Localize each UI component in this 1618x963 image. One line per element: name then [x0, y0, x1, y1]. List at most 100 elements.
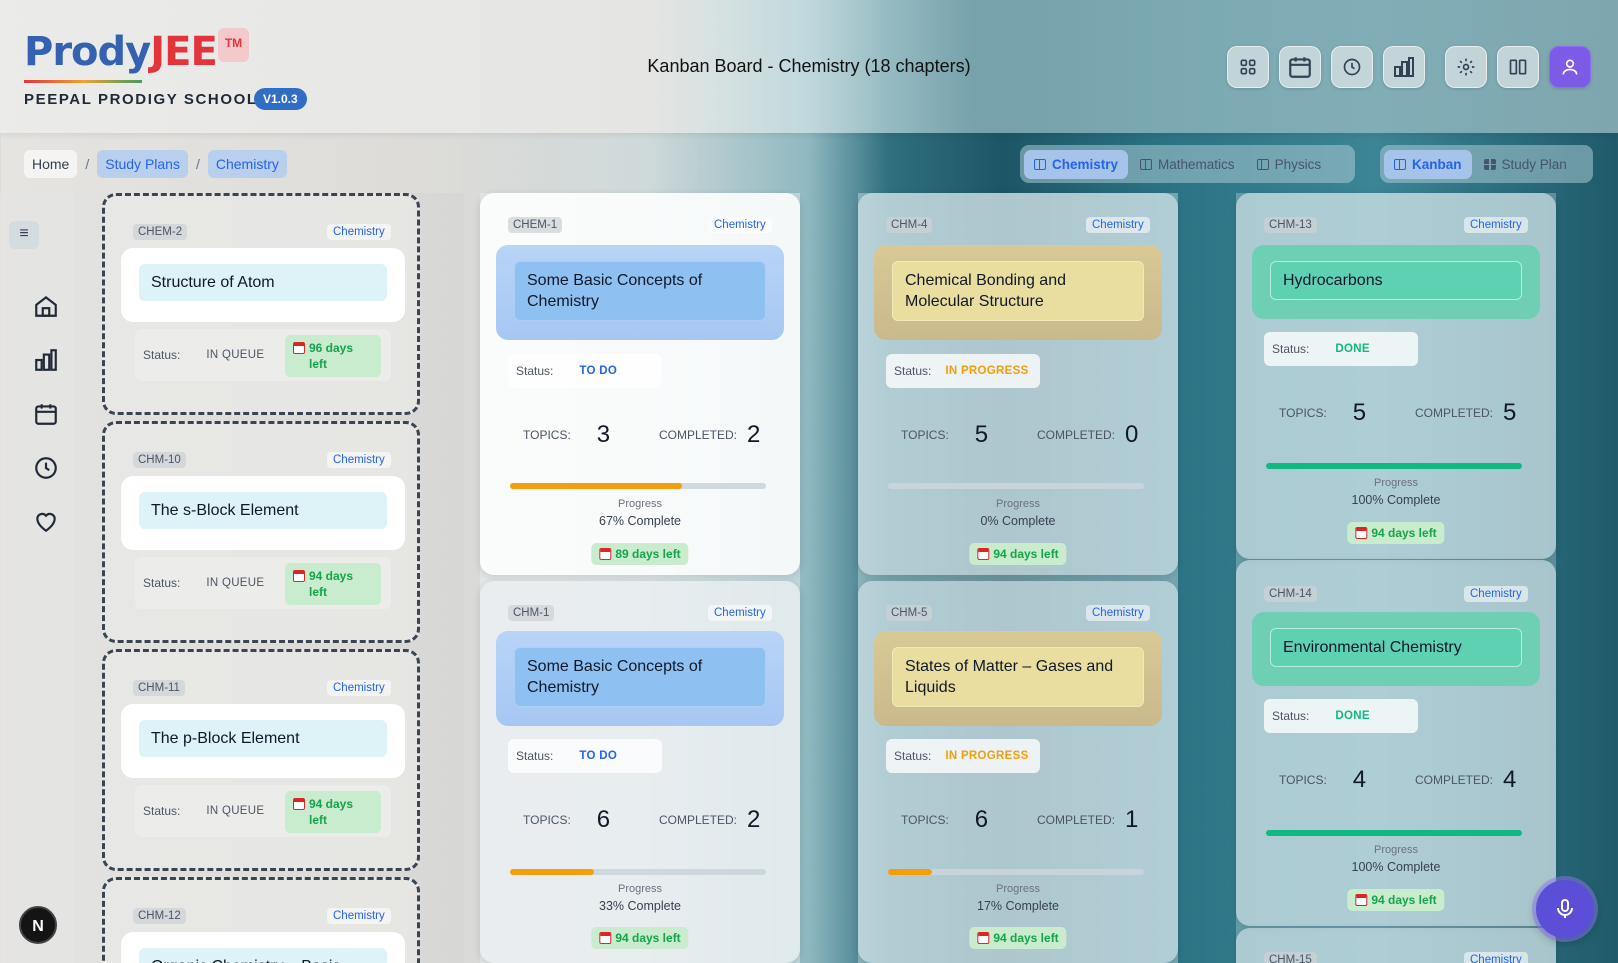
kanban-card[interactable]: CHM-13 Chemistry Hydrocarbons Status: DO…	[1236, 193, 1556, 559]
progress-value: 0% Complete	[980, 514, 1056, 528]
topics-label: TOPICS:	[523, 813, 571, 827]
tab-kanban[interactable]: Kanban	[1384, 149, 1472, 179]
kanban-card[interactable]: CHM-10 Chemistry The s-Block Element Sta…	[102, 421, 420, 643]
completed-label: COMPLETED:	[1415, 773, 1494, 787]
tab-chemistry[interactable]: Chemistry	[1024, 149, 1129, 179]
days-left-badge: 94 days left	[1347, 522, 1445, 544]
profile-button[interactable]	[1549, 46, 1591, 88]
days-left-badge: 96 days left	[285, 335, 381, 377]
completed-stat: COMPLETED: 2	[659, 421, 760, 449]
days-left-badge: 89 days left	[591, 543, 689, 565]
card-id: CHM-11	[133, 680, 185, 696]
view-tabs: Kanban Study Plan	[1380, 145, 1593, 183]
tab-label: Physics	[1274, 156, 1322, 172]
card-title: Some Basic Concepts of Chemistry	[514, 261, 766, 321]
card-subject: Chemistry	[1464, 217, 1528, 233]
status-label: Status:	[1272, 709, 1310, 723]
calendar-button[interactable]	[1279, 46, 1321, 88]
sidebar-item-favorites[interactable]	[33, 509, 59, 535]
card-subject: Chemistry	[1464, 952, 1528, 963]
days-left: 94 days	[309, 569, 354, 583]
topics-label: TOPICS:	[901, 813, 949, 827]
status-label: Status:	[143, 576, 181, 590]
book-icon	[1256, 158, 1269, 170]
breadcrumb-home[interactable]: Home	[24, 150, 78, 178]
grid-button[interactable]	[1227, 46, 1269, 88]
card-subject: Chemistry	[1464, 586, 1528, 602]
sidebar-toggle-button[interactable]: ≡	[9, 221, 39, 249]
days-left-badge: 94 days left	[1347, 889, 1445, 911]
progress-fill	[1266, 463, 1522, 469]
heart-icon	[36, 512, 56, 532]
progress-value: 67% Complete	[599, 514, 681, 528]
completed-stat: COMPLETED: 0	[1037, 421, 1138, 449]
sidebar-item-home[interactable]	[33, 293, 59, 319]
topics-stat: TOPICS: 6	[523, 806, 610, 834]
kanban-card[interactable]: CHM-15 Chemistry	[1236, 928, 1556, 963]
layout-button[interactable]	[1497, 46, 1539, 88]
progress-text: Progress 100% Complete	[1236, 844, 1556, 874]
sidebar-item-history[interactable]	[33, 455, 59, 481]
calendar-icon	[1355, 894, 1368, 906]
kanban-card[interactable]: CHM-5 Chemistry States of Matter – Gases…	[858, 581, 1178, 963]
days-left: 96 days	[309, 341, 354, 355]
grid-icon	[1240, 59, 1256, 75]
card-title-box: Some Basic Concepts of Chemistry	[496, 631, 784, 726]
status-label: Status:	[894, 749, 932, 763]
topics-label: TOPICS:	[901, 428, 949, 442]
tab-study-plan[interactable]: Study Plan	[1474, 150, 1577, 179]
settings-button[interactable]	[1445, 46, 1487, 88]
days-left: 94 days	[309, 797, 354, 811]
analytics-button[interactable]	[1383, 46, 1425, 88]
sidebar-item-calendar[interactable]	[33, 401, 59, 427]
progress-bar	[888, 483, 1144, 489]
user-avatar[interactable]: N	[19, 906, 57, 944]
progress-value: 100% Complete	[1351, 493, 1441, 507]
progress-bar	[1266, 830, 1522, 836]
breadcrumb-chemistry[interactable]: Chemistry	[207, 150, 287, 178]
days-left: 94 days left	[1371, 526, 1437, 540]
progress-bar	[510, 869, 766, 875]
progress-value: 33% Complete	[599, 899, 681, 913]
calendar-icon	[599, 932, 612, 944]
card-title: Some Basic Concepts of Chemistry	[514, 647, 766, 707]
kanban-card[interactable]: CHM-12 Chemistry Organic Chemistry – Bas…	[102, 877, 420, 963]
history-button[interactable]	[1331, 46, 1373, 88]
card-title-box: Hydrocarbons	[1252, 245, 1540, 319]
progress-value: 100% Complete	[1351, 860, 1441, 874]
days-left: 94 days left	[993, 931, 1059, 945]
card-id: CHEM-2	[133, 224, 188, 240]
card-id: CHM-5	[886, 605, 933, 621]
sidebar: ≡ N	[0, 193, 74, 963]
completed-stat: COMPLETED: 4	[1415, 766, 1516, 794]
days-left: 94 days left	[1371, 893, 1437, 907]
bar-chart-icon	[35, 349, 57, 371]
clock-icon	[35, 457, 57, 479]
days-left: 94 days left	[615, 931, 681, 945]
card-status: Status: DONE	[1264, 699, 1418, 733]
card-subject: Chemistry	[327, 680, 391, 696]
kanban-card[interactable]: CHEM-2 Chemistry Structure of Atom Statu…	[102, 193, 420, 415]
days-left-badge: 94 days left	[285, 791, 381, 833]
status-value: IN PROGRESS	[945, 365, 1029, 377]
breadcrumb-study-plans[interactable]: Study Plans	[97, 150, 188, 178]
card-status: Status: IN PROGRESS	[886, 739, 1040, 773]
progress-label: Progress	[1373, 477, 1419, 489]
kanban-card[interactable]: CHEM-1 Chemistry Some Basic Concepts of …	[480, 193, 800, 575]
card-title-box: Some Basic Concepts of Chemistry	[496, 245, 784, 340]
topics-count: 3	[596, 421, 611, 448]
sidebar-item-analytics[interactable]	[33, 347, 59, 373]
kanban-card[interactable]: CHM-11 Chemistry The p-Block Element Sta…	[102, 649, 420, 871]
kanban-card[interactable]: CHM-4 Chemistry Chemical Bonding and Mol…	[858, 193, 1178, 575]
tab-physics[interactable]: Physics	[1247, 150, 1332, 179]
kanban-card[interactable]: CHM-1 Chemistry Some Basic Concepts of C…	[480, 581, 800, 963]
tab-mathematics[interactable]: Mathematics	[1130, 150, 1245, 179]
calendar-icon	[35, 404, 57, 425]
voice-assistant-button[interactable]	[1536, 880, 1594, 938]
card-subject: Chemistry	[327, 224, 391, 240]
card-status: Status: IN QUEUE 94 days left	[135, 557, 391, 609]
completed-stat: COMPLETED: 1	[1037, 806, 1138, 834]
kanban-card[interactable]: CHM-14 Chemistry Environmental Chemistry…	[1236, 560, 1556, 926]
days-left-suffix: left	[309, 357, 327, 371]
progress-label: Progress	[1373, 844, 1419, 856]
